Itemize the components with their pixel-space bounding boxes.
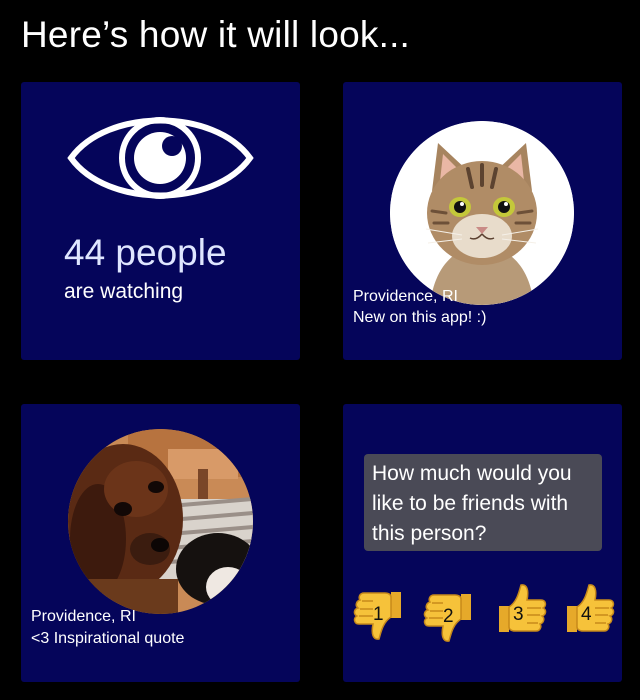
profile-location: Providence, RI	[31, 608, 136, 625]
friendship-question: How much would you like to be friends wi…	[364, 454, 602, 551]
eye-icon	[67, 117, 254, 199]
rating-2-thumbs-down-button[interactable]: 2	[421, 588, 479, 646]
profile-bio: New on this app! :)	[353, 309, 487, 326]
rating-card: How much would you like to be friends wi…	[343, 404, 622, 682]
rating-4-label: 4	[581, 604, 592, 625]
watchers-card: 44 people are watching	[21, 82, 300, 360]
rating-1-label: 1	[373, 604, 384, 625]
profile-card-dog: Providence, RI <3 Inspirational quote	[21, 404, 300, 682]
watcher-count: 44 people	[64, 232, 227, 273]
dog-photo	[68, 429, 253, 614]
rating-3-thumbs-up-button[interactable]: 3	[491, 580, 549, 638]
profile-bio: <3 Inspirational quote	[31, 630, 185, 647]
profile-card-cat: Providence, RI New on this app! :)	[343, 82, 622, 360]
profile-location: Providence, RI	[353, 288, 458, 305]
rating-4-thumbs-up-button[interactable]: 4	[559, 580, 617, 638]
rating-2-label: 2	[443, 606, 454, 627]
cat-photo	[390, 121, 574, 305]
rating-3-label: 3	[513, 604, 524, 625]
rating-options: 1 2 3 4	[351, 584, 619, 644]
page-title: Here’s how it will look...	[21, 14, 411, 55]
rating-1-thumbs-down-button[interactable]: 1	[351, 586, 409, 644]
watcher-subtitle: are watching	[64, 280, 184, 303]
